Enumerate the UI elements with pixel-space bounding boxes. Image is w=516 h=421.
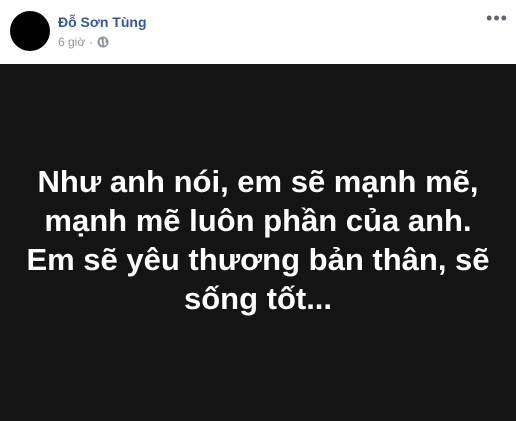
post-header: Đỗ Sơn Tùng 6 giờ · ••• bbox=[0, 0, 516, 64]
more-options-button[interactable]: ••• bbox=[486, 8, 508, 28]
avatar[interactable] bbox=[10, 11, 50, 51]
meta-separator: · bbox=[89, 35, 94, 49]
status-background: Như anh nói, em sẽ mạnh mẽ, mạnh mẽ luôn… bbox=[0, 64, 516, 421]
more-options-icon: ••• bbox=[486, 8, 508, 28]
post-time[interactable]: 6 giờ bbox=[58, 35, 85, 49]
post-meta: 6 giờ · bbox=[58, 35, 109, 49]
author-name[interactable]: Đỗ Sơn Tùng bbox=[58, 14, 147, 30]
status-text: Như anh nói, em sẽ mạnh mẽ, mạnh mẽ luôn… bbox=[26, 163, 490, 316]
globe-icon[interactable] bbox=[97, 36, 109, 48]
facebook-post: Đỗ Sơn Tùng 6 giờ · ••• Như anh nói, em … bbox=[0, 0, 516, 421]
